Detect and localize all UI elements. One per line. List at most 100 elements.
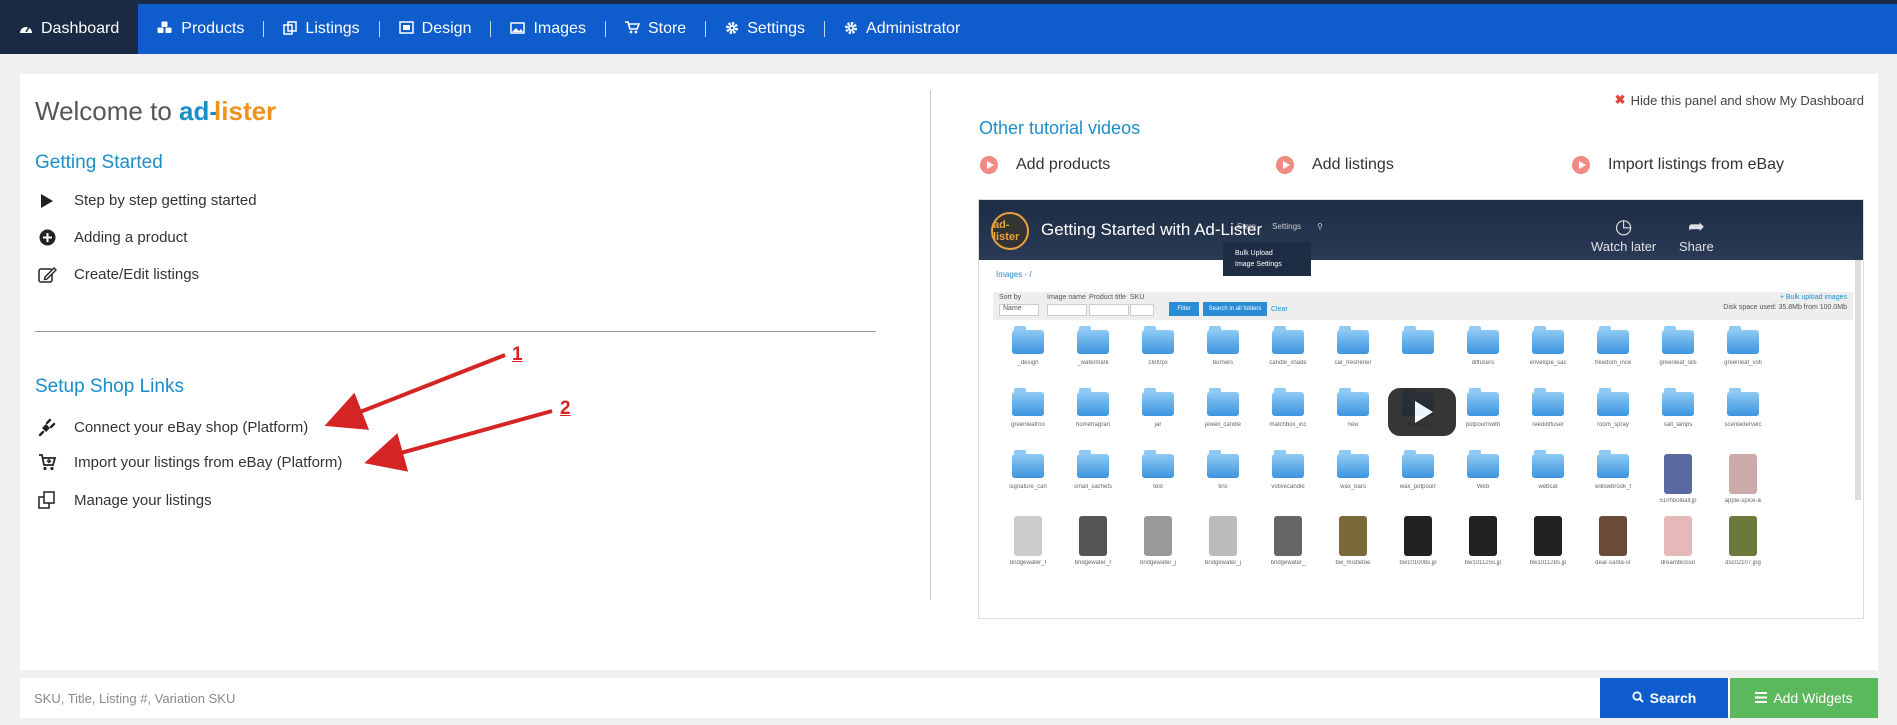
folder-icon [1467, 388, 1499, 416]
nav-administrator[interactable]: Administrator [825, 4, 979, 54]
image-thumbnail-icon [1079, 516, 1107, 556]
image-thumbnail-icon [1339, 516, 1367, 556]
brand-ad: ad- [179, 96, 219, 126]
folder-thumbnail: webcat [1521, 450, 1575, 514]
search-input[interactable] [20, 678, 1600, 718]
nav-store[interactable]: Store [606, 4, 705, 54]
hide-panel-link[interactable]: ✖ Hide this panel and show My Dashboard [1615, 92, 1864, 108]
folder-icon [1272, 326, 1304, 354]
folder-thumbnail: burners [1196, 326, 1250, 390]
folder-thumbnail: wax_potpourr [1391, 450, 1445, 514]
channel-logo[interactable]: ad-lister [991, 212, 1029, 250]
folder-thumbnail: jar [1131, 388, 1185, 452]
link-manage-listings[interactable]: Manage your listings [35, 491, 212, 509]
folder-thumbnail: matchbox_inc [1261, 388, 1315, 452]
search-icon [1632, 690, 1644, 706]
folder-thumbnail: candle_shade [1261, 326, 1315, 390]
folder-icon [1532, 450, 1564, 478]
nav-label: Design [421, 20, 472, 37]
clear-link: Clear [1271, 306, 1288, 313]
folder-thumbnail: apple-spice-& [1716, 454, 1770, 514]
folder-thumbnail: car_freshener [1326, 326, 1380, 390]
folder-thumbnail: 1600px [1131, 326, 1185, 390]
folder-label: dear-santa-sr [1595, 560, 1631, 566]
folder-label: burners [1212, 360, 1234, 366]
annotation-label-2: 2 [560, 398, 571, 419]
nav-dashboard[interactable]: Dashboard [0, 4, 139, 54]
sku-input [1130, 304, 1154, 316]
folder-thumbnail: bw_mistletoe [1326, 516, 1380, 576]
folder-thumbnail: freedom_ince [1586, 326, 1640, 390]
share-button[interactable]: ➦ Share [1679, 214, 1714, 254]
cubes-icon [157, 21, 173, 37]
folder-icon [1467, 450, 1499, 478]
search-button[interactable]: Search [1600, 678, 1728, 718]
filter-label: Image name [1047, 294, 1086, 301]
design-icon [398, 21, 414, 37]
dropdown-item: Image Settings [1235, 261, 1282, 268]
nav-design[interactable]: Design [380, 4, 491, 54]
folder-label: webcat [1538, 484, 1558, 490]
folder-icon [1532, 326, 1564, 354]
folder-thumbnail: bridgewater_j [1131, 516, 1185, 576]
link-step-by-step[interactable]: Step by step getting started [35, 192, 257, 209]
share-icon: ➦ [1687, 216, 1705, 238]
link-label: Import your listings from eBay (Platform… [74, 454, 343, 471]
watch-later-button[interactable]: ◷ Watch later [1591, 214, 1656, 254]
folder-label: car_freshener [1334, 360, 1372, 366]
video-play-button[interactable] [1388, 388, 1456, 436]
folder-label: signature_can [1009, 484, 1047, 490]
nav-settings[interactable]: Settings [706, 4, 824, 54]
tutorial-label: Import listings from eBay [1608, 156, 1785, 173]
sort-select: Name [999, 304, 1039, 316]
image-thumbnail-icon [1664, 454, 1692, 494]
search-button-label: Search [1649, 690, 1697, 706]
tutorial-import-listings[interactable]: Import listings from eBay [1572, 156, 1784, 174]
link-import-ebay-listings[interactable]: Import your listings from eBay (Platform… [35, 454, 342, 471]
bulk-upload-link: + Bulk upload images [1779, 294, 1847, 301]
folder-thumbnail: tins [1196, 450, 1250, 514]
folder-label: dreamblosso [1660, 560, 1696, 566]
section-divider [35, 331, 876, 332]
nav-images[interactable]: Images [491, 4, 604, 54]
video-breadcrumb: Images - / [996, 270, 1032, 279]
image-thumbnail-icon [1404, 516, 1432, 556]
folder-icon [1337, 450, 1369, 478]
link-connect-ebay-shop[interactable]: Connect your eBay shop (Platform) [35, 417, 308, 437]
add-widgets-button[interactable]: Add Widgets [1730, 678, 1878, 718]
folder-thumbnail: bridgewater_f [1001, 516, 1055, 576]
folder-thumbnail: envelope_sac [1521, 326, 1575, 390]
tutorial-add-products[interactable]: Add products [980, 156, 1110, 174]
bottom-search-bar: Search Add Widgets [20, 678, 1878, 718]
video-title[interactable]: Getting Started with Ad-Lister [1041, 220, 1262, 240]
folder-thumbnail: votivecandle [1261, 450, 1315, 514]
folder-label: test [1153, 484, 1163, 490]
image-thumbnail-icon [1469, 516, 1497, 556]
folder-thumbnail: Web [1456, 450, 1510, 514]
folder-label: bw101128s.jp [1529, 560, 1567, 566]
folder-icon [1142, 326, 1174, 354]
getting-started-title: Getting Started [35, 152, 163, 173]
play-circle-icon [1572, 156, 1590, 174]
channel-logo-text: ad-lister [993, 219, 1020, 243]
link-adding-product[interactable]: Adding a product [35, 229, 187, 246]
folder-label: diffusers [1471, 360, 1495, 366]
tutorial-add-listings[interactable]: Add listings [1276, 156, 1394, 174]
folder-thumbnail: homefragran [1066, 388, 1120, 452]
video-player[interactable]: ad-lister Getting Started with Ad-Lister… [978, 199, 1864, 619]
folder-label: salt_lamps [1663, 422, 1693, 428]
nav-listings[interactable]: Listings [264, 4, 378, 54]
folder-label: bw_mistletoe [1335, 560, 1371, 566]
brand-lister: lister [214, 96, 277, 126]
folder-icon [1402, 326, 1434, 354]
folder-label: homefragran [1075, 422, 1111, 428]
link-label: Manage your listings [74, 491, 212, 509]
folder-thumbnail: small_sachets [1066, 450, 1120, 514]
folder-label: envelope_sac [1529, 360, 1567, 366]
top-navbar: Dashboard Products Listings Design Image… [0, 0, 1897, 54]
folder-thumbnail: bw101128s.jp [1521, 516, 1575, 576]
nav-products[interactable]: Products [138, 4, 263, 54]
close-icon: ✖ [1614, 92, 1626, 107]
folder-label: bridgewater_r [1074, 560, 1112, 566]
link-create-edit-listings[interactable]: Create/Edit listings [35, 266, 199, 283]
